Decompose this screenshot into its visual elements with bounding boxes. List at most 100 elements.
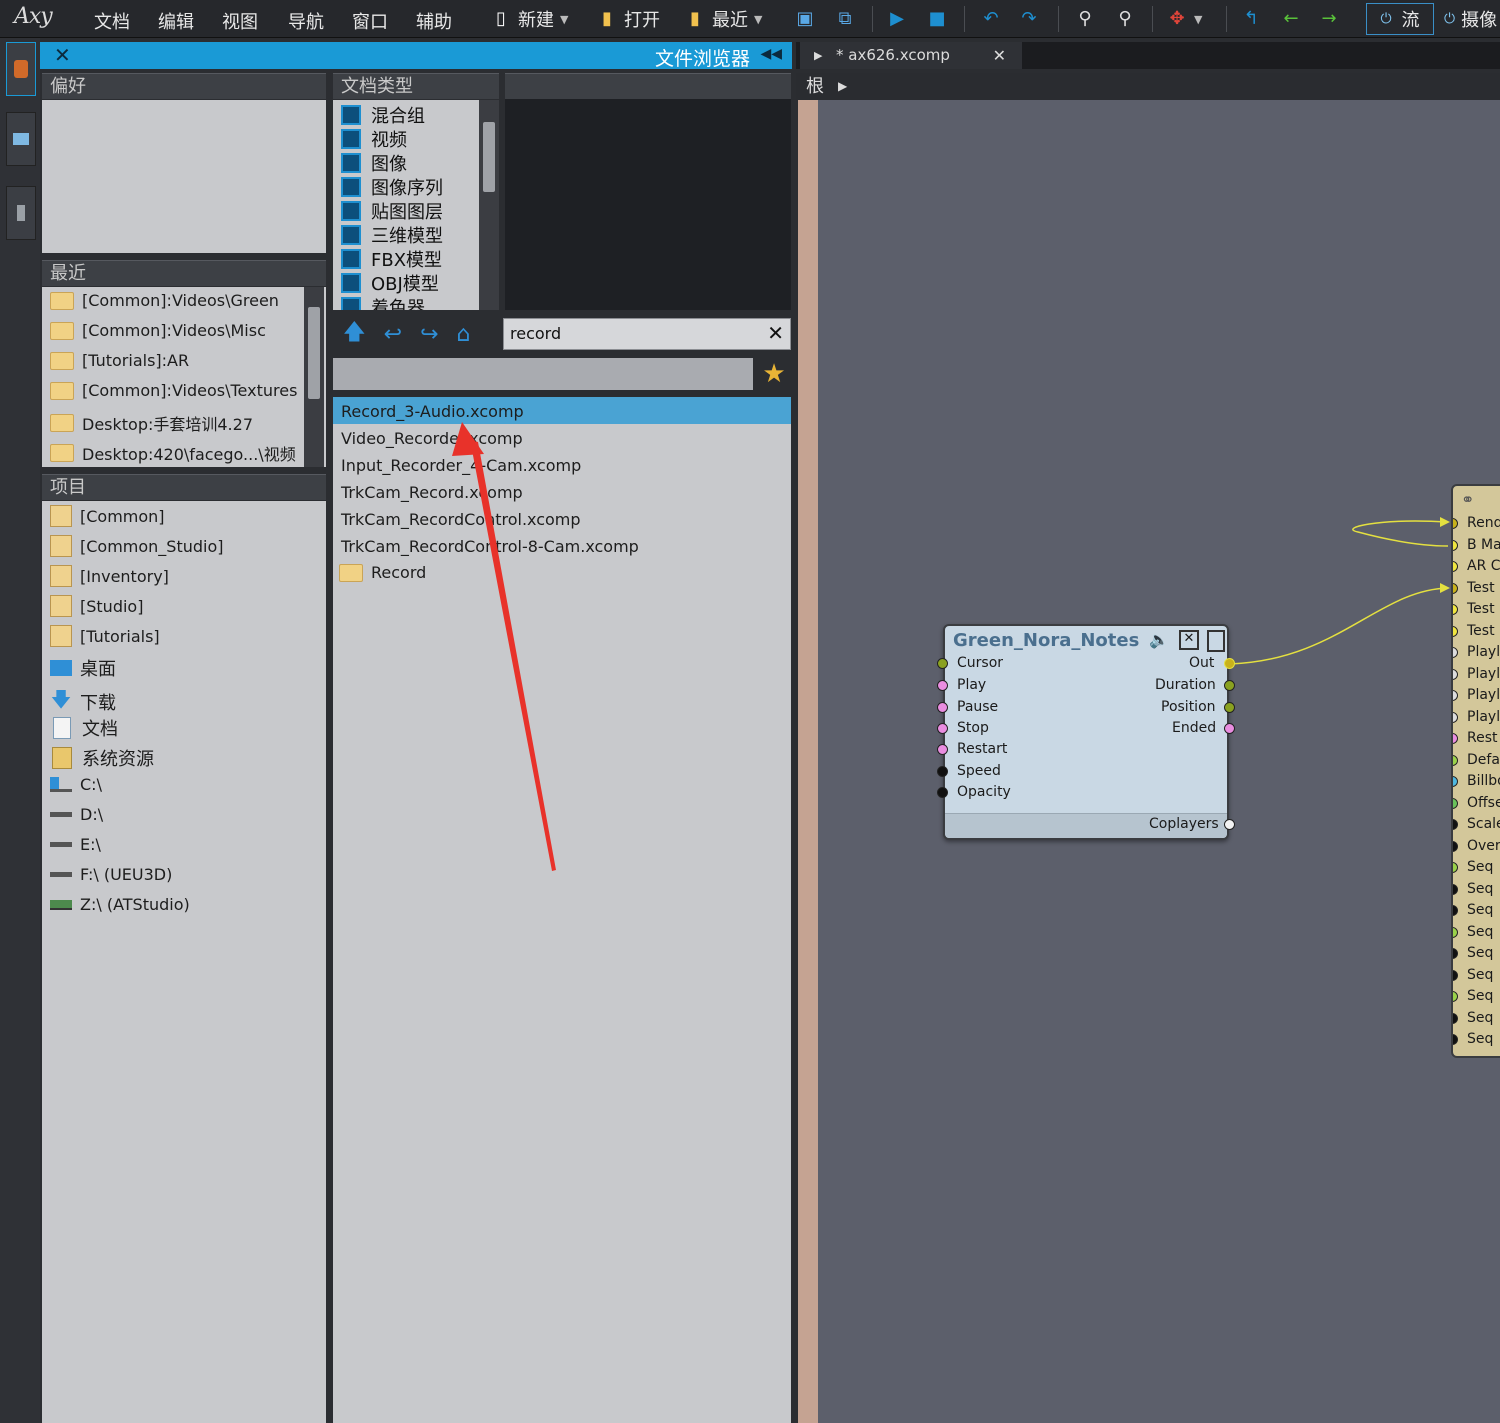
input-port[interactable] <box>1453 1034 1458 1045</box>
collapse-icon[interactable]: ◀◀ <box>760 46 782 62</box>
back-arrow-icon[interactable]: ↩ <box>384 322 402 347</box>
project-item[interactable]: [Common] <box>50 505 165 527</box>
redo-button[interactable]: ↷ <box>1018 6 1040 32</box>
input-port[interactable] <box>1453 862 1458 873</box>
doctype-checkbox[interactable]: 视频 <box>341 126 407 152</box>
project-item[interactable]: [Common_Studio] <box>50 535 224 557</box>
drive-item[interactable]: Z:\ (ATStudio) <box>50 895 190 914</box>
output-port[interactable] <box>1224 680 1235 691</box>
location-documents[interactable]: 文档 <box>50 715 118 741</box>
search-field[interactable]: record ✕ <box>503 318 791 350</box>
input-port[interactable] <box>937 787 948 798</box>
project-item[interactable]: [Inventory] <box>50 565 169 587</box>
menu-window[interactable]: 窗口 <box>352 8 388 34</box>
input-port[interactable] <box>1453 561 1458 572</box>
clear-search-icon[interactable]: ✕ <box>767 321 784 345</box>
menu-help[interactable]: 辅助 <box>416 8 452 34</box>
drive-item[interactable]: C:\ <box>50 775 102 794</box>
input-port[interactable] <box>1453 518 1458 529</box>
filter-bar[interactable] <box>333 358 753 390</box>
recent-item[interactable]: [Tutorials]:AR <box>50 351 189 370</box>
dock-grid-button[interactable] <box>6 112 36 166</box>
input-port[interactable] <box>1453 604 1458 615</box>
scroll-thumb[interactable] <box>483 122 495 192</box>
input-port[interactable] <box>1453 754 1458 766</box>
save-button[interactable]: ▣ <box>794 6 816 32</box>
forward-button[interactable]: → <box>1318 6 1340 32</box>
menu-view[interactable]: 视图 <box>222 8 258 34</box>
capture-toggle[interactable]: ⏻ 摄像 <box>1444 6 1497 32</box>
input-port[interactable] <box>1453 840 1458 852</box>
input-port[interactable] <box>1453 948 1458 959</box>
input-port[interactable] <box>1453 647 1458 658</box>
forward-arrow-icon[interactable]: ↪ <box>420 322 438 347</box>
output-port[interactable] <box>1224 723 1235 734</box>
input-port[interactable] <box>1453 690 1458 701</box>
play-button[interactable]: ▶ <box>886 6 908 32</box>
input-port[interactable] <box>937 658 948 669</box>
output-port[interactable] <box>1224 819 1235 830</box>
project-item[interactable]: [Studio] <box>50 595 143 617</box>
doctype-checkbox[interactable]: 三维模型 <box>341 222 443 248</box>
speaker-icon[interactable]: 🔈 <box>1149 630 1169 649</box>
right-node[interactable]: ⚭ Rend B Ma AR C Test Test Test Playl Playl Play… <box>1451 484 1500 1058</box>
folder-item[interactable]: Record <box>339 563 426 582</box>
input-port[interactable] <box>1453 711 1458 723</box>
recent-item[interactable]: Desktop:手套培训4.27 <box>50 411 253 435</box>
input-port[interactable] <box>1453 883 1458 895</box>
save-all-button[interactable]: ⧉ <box>834 6 856 32</box>
close-icon[interactable]: ✕ <box>54 43 71 67</box>
breadcrumb-root[interactable]: 根 <box>806 73 824 100</box>
input-port[interactable] <box>1453 668 1458 680</box>
input-port[interactable] <box>1453 905 1458 916</box>
dock-device-button[interactable] <box>6 186 36 240</box>
undo-button[interactable]: ↶ <box>980 6 1002 32</box>
recent-item[interactable]: [Common]:Videos\Green <box>50 291 279 310</box>
input-port[interactable] <box>1453 733 1458 744</box>
menu-document[interactable]: 文档 <box>94 8 130 34</box>
input-port[interactable] <box>937 766 948 777</box>
up-button[interactable]: ↰ <box>1240 6 1262 32</box>
recent-button[interactable]: ▮ 最近 ▼ <box>684 6 762 32</box>
axes-button[interactable]: ✥ ▼ <box>1166 6 1202 32</box>
back-button[interactable]: ← <box>1280 6 1302 32</box>
doctype-checkbox[interactable]: 图像序列 <box>341 174 443 200</box>
star-icon[interactable]: ★ <box>760 360 788 388</box>
recent-item[interactable]: Desktop:420\facego...\视频 <box>50 441 296 465</box>
file-item[interactable]: Record_3-Audio.xcomp <box>341 402 524 421</box>
breadcrumb-chevron-icon[interactable]: ▶ <box>838 73 847 100</box>
editor-tab[interactable]: ▶ * ax626.xcomp ✕ <box>800 42 1022 69</box>
input-port[interactable] <box>1453 625 1458 637</box>
scroll-thumb[interactable] <box>308 307 320 399</box>
menu-edit[interactable]: 编辑 <box>158 8 194 34</box>
input-port[interactable] <box>1453 776 1458 787</box>
flow-toggle[interactable]: ⏻ 流 <box>1366 3 1434 35</box>
input-port[interactable] <box>937 744 948 755</box>
input-port[interactable] <box>1453 819 1458 830</box>
input-port[interactable] <box>937 723 948 734</box>
output-port[interactable] <box>1224 658 1235 669</box>
dock-file-browser-button[interactable] <box>6 42 36 96</box>
input-port[interactable] <box>1453 539 1458 551</box>
output-port[interactable] <box>1224 702 1235 713</box>
node-close-icon[interactable]: ✕ <box>1179 630 1199 650</box>
project-item[interactable]: [Tutorials] <box>50 625 160 647</box>
node-menu-icon[interactable] <box>1207 630 1225 652</box>
doctype-checkbox[interactable]: FBX模型 <box>341 246 442 272</box>
input-port[interactable] <box>1453 582 1458 594</box>
drive-item[interactable]: F:\ (UEU3D) <box>50 865 172 884</box>
location-downloads[interactable]: 🡇 下载 <box>50 685 116 719</box>
drive-item[interactable]: E:\ <box>50 835 101 854</box>
doctype-checkbox[interactable]: 贴图图层 <box>341 198 443 224</box>
input-port[interactable] <box>937 680 948 691</box>
recent-scrollbar[interactable] <box>304 287 324 467</box>
input-port[interactable] <box>1453 991 1458 1002</box>
input-port[interactable] <box>1453 1012 1458 1024</box>
doctype-checkbox[interactable]: 图像 <box>341 150 407 176</box>
tab-expand-icon[interactable]: ▶ <box>814 42 822 69</box>
doctype-checkbox[interactable]: OBJ模型 <box>341 270 439 296</box>
input-port[interactable] <box>1453 926 1458 938</box>
zoom-out-button[interactable]: ⚲ <box>1114 6 1136 32</box>
folder-up-icon[interactable]: 🡅 <box>343 315 366 353</box>
home-icon[interactable]: ⌂ <box>457 322 471 347</box>
